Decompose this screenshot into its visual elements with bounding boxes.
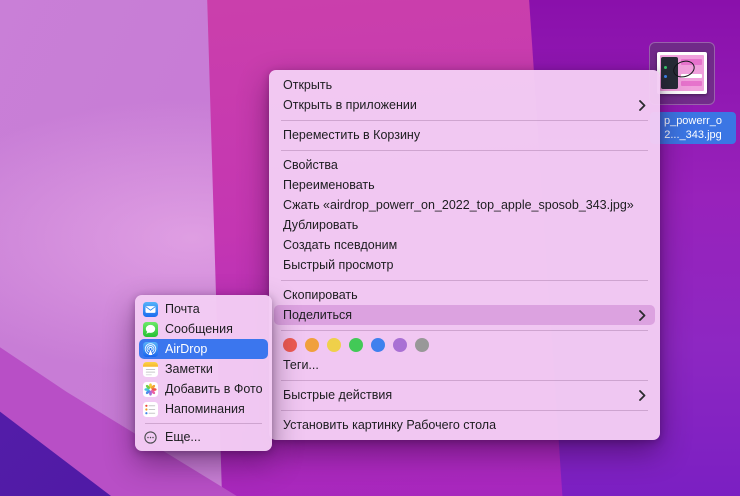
file-name-label[interactable]: p_powerr_o 2..._343.jpg bbox=[650, 112, 736, 144]
submenu-item-notes[interactable]: Заметки bbox=[135, 359, 272, 379]
menu-item-label: Дублировать bbox=[283, 218, 359, 232]
tag-purple[interactable] bbox=[393, 338, 407, 352]
tag-orange[interactable] bbox=[305, 338, 319, 352]
menu-item-label: Теги... bbox=[283, 358, 319, 372]
thumbnail-bar bbox=[681, 80, 703, 86]
notes-app-icon bbox=[143, 361, 158, 377]
submenu-item-add-to-photos[interactable]: Добавить в Фото bbox=[135, 379, 272, 399]
submenu-item-mail[interactable]: Почта bbox=[135, 299, 272, 319]
menu-item-open-with[interactable]: Открыть в приложении bbox=[269, 95, 660, 115]
menu-separator bbox=[281, 119, 648, 121]
more-icon bbox=[143, 430, 158, 445]
menu-item-label: Сжать «airdrop_powerr_on_2022_top_apple_… bbox=[283, 198, 634, 212]
menu-item-set-desktop-picture[interactable]: Установить картинку Рабочего стола bbox=[269, 415, 660, 435]
menu-item-quick-look[interactable]: Быстрый просмотр bbox=[269, 255, 660, 275]
menu-item-label: Переименовать bbox=[283, 178, 375, 192]
tag-yellow[interactable] bbox=[327, 338, 341, 352]
chevron-right-icon bbox=[639, 389, 646, 401]
submenu-item-label: AirDrop bbox=[165, 342, 208, 356]
menu-item-label: Быстрый просмотр bbox=[283, 258, 394, 272]
chevron-right-icon bbox=[639, 99, 646, 111]
submenu-item-reminders[interactable]: Напоминания bbox=[135, 399, 272, 419]
menu-item-label: Поделиться bbox=[283, 308, 353, 322]
chevron-right-icon bbox=[639, 309, 646, 321]
menu-separator bbox=[281, 379, 648, 381]
file-name-line2: 2..._343.jpg bbox=[664, 129, 722, 141]
menu-item-duplicate[interactable]: Дублировать bbox=[269, 215, 660, 235]
context-menu: Открыть Открыть в приложении Переместить… bbox=[269, 70, 660, 440]
reminders-app-icon bbox=[143, 401, 158, 417]
messages-app-icon bbox=[143, 321, 158, 337]
menu-item-label: Скопировать bbox=[283, 288, 358, 302]
menu-separator bbox=[281, 329, 648, 331]
menu-item-label: Открыть bbox=[283, 78, 333, 92]
menu-separator bbox=[281, 149, 648, 151]
photos-app-icon bbox=[143, 381, 158, 397]
submenu-item-label: Еще... bbox=[165, 430, 201, 444]
file-thumbnail[interactable] bbox=[657, 52, 707, 94]
menu-item-make-alias[interactable]: Создать псевдоним bbox=[269, 235, 660, 255]
file-name-line1: p_powerr_o bbox=[663, 115, 723, 127]
menu-separator bbox=[281, 409, 648, 411]
menu-item-quick-actions[interactable]: Быстрые действия bbox=[269, 385, 660, 405]
mail-app-icon bbox=[143, 301, 158, 317]
submenu-item-label: Сообщения bbox=[165, 322, 233, 336]
menu-item-label: Переместить в Корзину bbox=[283, 128, 421, 142]
menu-item-label: Свойства bbox=[283, 158, 338, 172]
submenu-item-label: Почта bbox=[165, 302, 200, 316]
thumbnail-dot bbox=[663, 74, 667, 78]
thumbnail-dot bbox=[663, 65, 667, 69]
menu-item-open[interactable]: Открыть bbox=[269, 75, 660, 95]
submenu-item-label: Добавить в Фото bbox=[165, 382, 263, 396]
airdrop-app-icon bbox=[143, 341, 158, 357]
menu-item-label: Быстрые действия bbox=[283, 388, 393, 402]
tag-blue[interactable] bbox=[371, 338, 385, 352]
submenu-item-airdrop[interactable]: AirDrop bbox=[139, 339, 268, 359]
menu-item-copy[interactable]: Скопировать bbox=[269, 285, 660, 305]
submenu-item-more[interactable]: Еще... bbox=[135, 427, 272, 447]
menu-item-tags[interactable]: Теги... bbox=[269, 355, 660, 375]
share-submenu: Почта Сообщения AirDrop Заметки Добавить… bbox=[135, 295, 272, 451]
tag-gray[interactable] bbox=[415, 338, 429, 352]
submenu-item-label: Заметки bbox=[165, 362, 213, 376]
menu-item-rename[interactable]: Переименовать bbox=[269, 175, 660, 195]
menu-item-share[interactable]: Поделиться bbox=[274, 305, 655, 325]
tag-green[interactable] bbox=[349, 338, 363, 352]
file-thumbnail-image bbox=[660, 55, 704, 91]
menu-item-compress[interactable]: Сжать «airdrop_powerr_on_2022_top_apple_… bbox=[269, 195, 660, 215]
menu-item-label: Создать псевдоним bbox=[283, 238, 398, 252]
menu-item-get-info[interactable]: Свойства bbox=[269, 155, 660, 175]
submenu-item-messages[interactable]: Сообщения bbox=[135, 319, 272, 339]
submenu-item-label: Напоминания bbox=[165, 402, 245, 416]
menu-item-label: Открыть в приложении bbox=[283, 98, 417, 112]
menu-item-label: Установить картинку Рабочего стола bbox=[283, 418, 497, 432]
menu-separator bbox=[145, 422, 262, 424]
menu-separator bbox=[281, 279, 648, 281]
tag-color-row bbox=[269, 335, 660, 355]
menu-item-move-to-trash[interactable]: Переместить в Корзину bbox=[269, 125, 660, 145]
tag-red[interactable] bbox=[283, 338, 297, 352]
